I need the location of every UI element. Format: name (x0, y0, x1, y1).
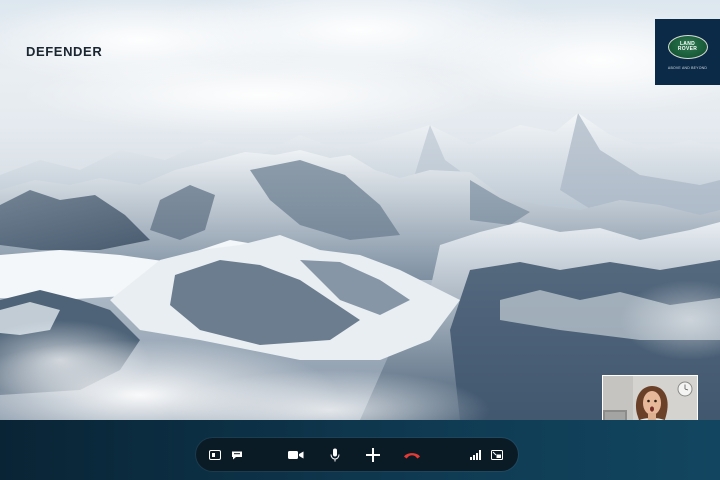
signal-strength-icon (470, 450, 481, 460)
logo-tagline: ABOVE AND BEYOND (667, 65, 708, 70)
microphone-button[interactable] (326, 446, 344, 464)
video-feed: DEFENDER LAND ROVER ABOVE AND BEYOND (0, 0, 720, 420)
land-rover-oval: LAND ROVER (667, 34, 708, 59)
screen-share-button[interactable] (206, 446, 224, 464)
hang-up-button[interactable] (402, 446, 422, 464)
add-participant-button[interactable] (364, 446, 382, 464)
land-rover-logo: LAND ROVER ABOVE AND BEYOND (655, 19, 720, 85)
microphone-icon (330, 448, 340, 462)
hang-up-icon (404, 453, 420, 459)
mountain-landscape (0, 0, 720, 420)
video-camera-button[interactable] (287, 446, 305, 464)
chat-icon (232, 451, 242, 460)
add-icon (366, 448, 380, 462)
picture-in-picture-icon (491, 450, 503, 460)
logo-line-2: ROVER (677, 45, 698, 52)
picture-in-picture-button[interactable] (488, 446, 506, 464)
screen-share-icon (209, 450, 221, 460)
video-camera-icon (288, 451, 304, 459)
brand-title: DEFENDER (26, 44, 103, 59)
signal-strength-indicator (467, 446, 485, 464)
chat-button[interactable] (228, 446, 246, 464)
